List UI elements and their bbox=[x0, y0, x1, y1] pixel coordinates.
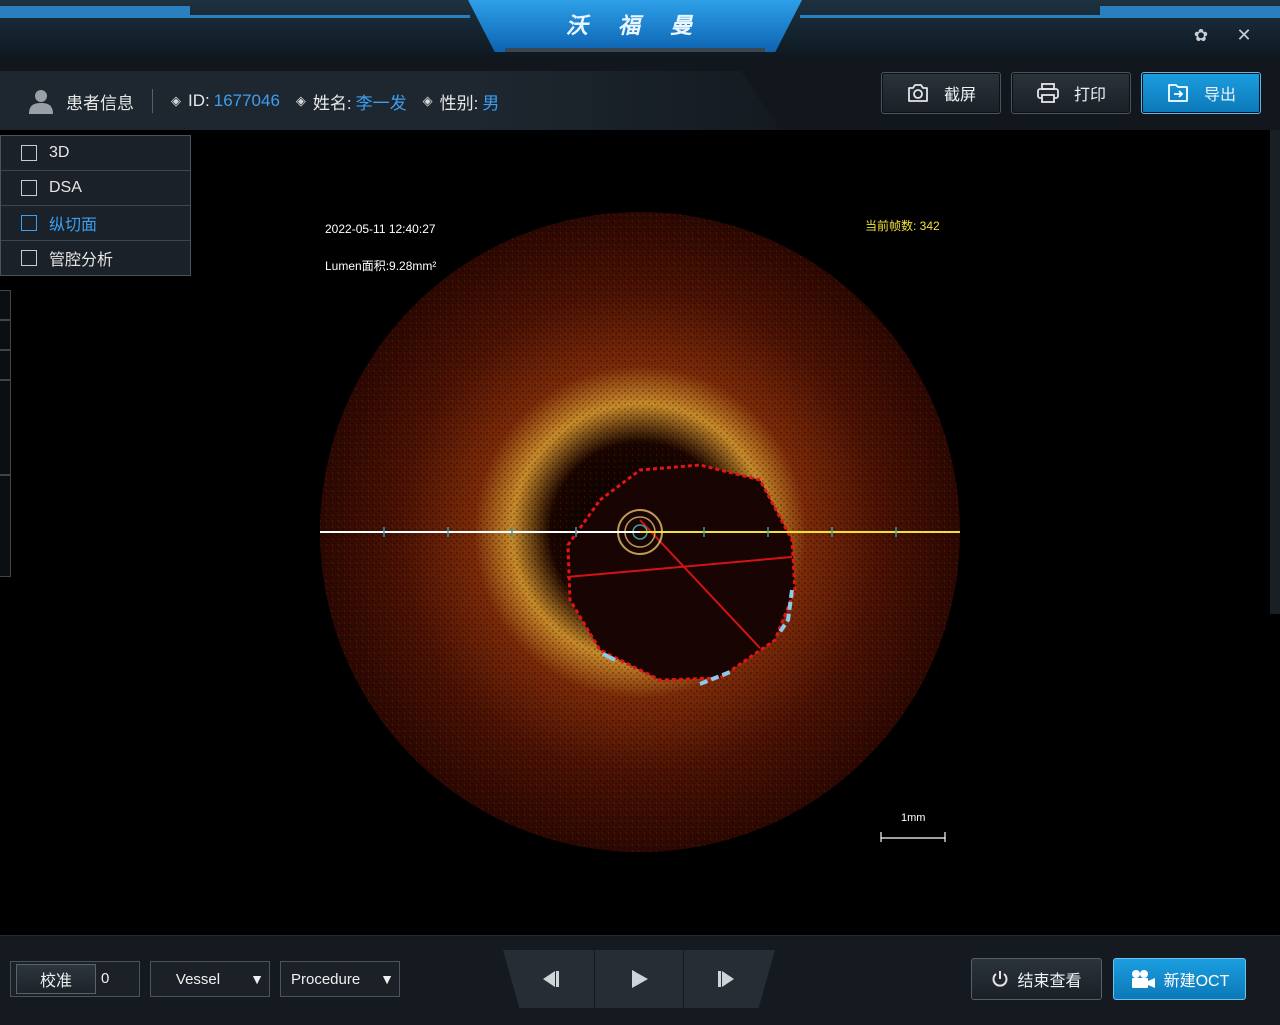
new-oct-button[interactable]: 新建OCT bbox=[1113, 958, 1246, 1000]
video-camera-icon bbox=[1131, 970, 1155, 988]
diamond-icon: ◈ bbox=[171, 93, 181, 108]
next-frame-button[interactable] bbox=[684, 950, 772, 1008]
lumen-area-label: Lumen面积:9.28mm² bbox=[325, 259, 437, 273]
end-view-button[interactable]: 结束查看 bbox=[971, 958, 1102, 1000]
new-oct-label: 新建OCT bbox=[1163, 973, 1230, 990]
play-button[interactable] bbox=[595, 950, 683, 1008]
end-view-label: 结束查看 bbox=[1017, 973, 1082, 990]
close-icon[interactable]: ✕ bbox=[1234, 25, 1254, 45]
title-bar-stripe bbox=[1100, 6, 1280, 15]
calibrate-button[interactable]: 校准 bbox=[16, 964, 96, 994]
gear-icon[interactable]: ✿ bbox=[1191, 26, 1211, 46]
play-icon bbox=[632, 970, 648, 988]
screenshot-button[interactable]: 截屏 bbox=[881, 72, 1001, 114]
user-icon bbox=[29, 90, 53, 114]
patient-info-title: 患者信息 bbox=[66, 93, 134, 113]
scale-bar bbox=[880, 832, 946, 842]
patient-name-value: 李一发 bbox=[355, 93, 407, 113]
scale-label: 1mm bbox=[901, 812, 926, 824]
procedure-dropdown-value: Procedure bbox=[291, 970, 361, 988]
oct-cross-section[interactable] bbox=[0, 130, 1270, 930]
diamond-icon: ◈ bbox=[295, 93, 306, 108]
image-timestamp: 2022-05-11 12:40:27 bbox=[325, 222, 436, 236]
patient-id-value: 1677046 bbox=[213, 91, 280, 110]
print-label: 打印 bbox=[1073, 87, 1106, 104]
export-label: 导出 bbox=[1203, 87, 1236, 104]
export-icon bbox=[1168, 84, 1188, 102]
divider bbox=[152, 89, 153, 113]
diamond-icon: ◈ bbox=[422, 93, 433, 108]
vessel-dropdown[interactable]: Vessel ▼ bbox=[150, 961, 270, 997]
patient-sex-value: 男 bbox=[482, 93, 500, 113]
app-brand: 沃 福 曼 bbox=[565, 13, 705, 38]
brand-underline bbox=[505, 48, 765, 52]
printer-icon bbox=[1037, 83, 1059, 103]
chevron-down-icon: ▼ bbox=[250, 971, 264, 987]
patient-sex-label: 性别: bbox=[439, 93, 479, 113]
screenshot-label: 截屏 bbox=[943, 87, 976, 104]
title-bar-stripe bbox=[0, 6, 190, 15]
patient-name-label: 姓名: bbox=[312, 93, 352, 113]
step-back-icon bbox=[543, 971, 559, 987]
calibrate-value: 0 bbox=[101, 970, 110, 987]
patient-info: 患者信息 ◈ ID: 1677046 ◈ 姓名: 李一发 ◈ 性别: 男 bbox=[28, 88, 515, 114]
power-icon bbox=[992, 971, 1008, 987]
previous-frame-button[interactable] bbox=[505, 950, 593, 1008]
title-bar-stripe bbox=[0, 15, 470, 18]
patient-id-label: ID: bbox=[188, 91, 210, 110]
step-forward-icon bbox=[718, 971, 734, 987]
lumen-contour[interactable] bbox=[566, 463, 797, 682]
frame-number-label: 当前帧数: 342 bbox=[865, 219, 940, 233]
camera-icon bbox=[908, 84, 928, 102]
chevron-down-icon: ▼ bbox=[380, 971, 394, 987]
print-button[interactable]: 打印 bbox=[1011, 72, 1131, 114]
title-bar-stripe bbox=[800, 15, 1280, 18]
export-button[interactable]: 导出 bbox=[1141, 72, 1261, 114]
vessel-dropdown-value: Vessel bbox=[175, 970, 221, 988]
procedure-dropdown[interactable]: Procedure ▼ bbox=[280, 961, 400, 997]
scrollbar[interactable] bbox=[1270, 130, 1280, 614]
